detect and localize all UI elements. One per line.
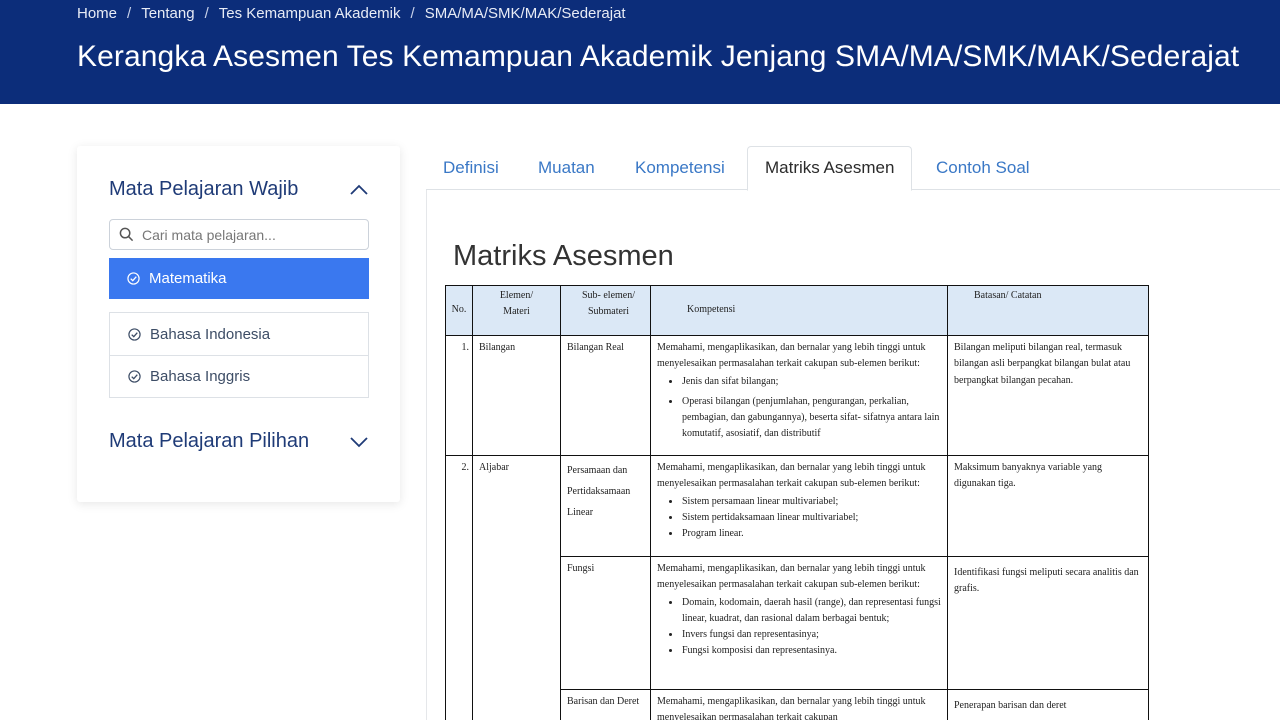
header-kompetensi: Kompetensi	[650, 285, 948, 336]
subject-search-input[interactable]	[142, 226, 362, 243]
header-elemen: Elemen/ Materi	[472, 285, 561, 336]
header-subelemen: Sub- elemen/ Submateri	[560, 285, 651, 336]
subject-item-bahasa-inggris[interactable]: Bahasa Inggris	[110, 355, 368, 397]
subject-list: Bahasa Indonesia Bahasa Inggris	[109, 312, 369, 398]
assessment-matrix-table: No. Elemen/ Materi Sub- elemen/ Submater…	[445, 285, 1149, 720]
kompetensi-bullet: Sistem persamaan linear multivariabel;	[681, 494, 942, 510]
tab-kompetensi[interactable]: Kompetensi	[635, 146, 725, 190]
table-row: 1. Bilangan Bilangan Real Memahami, meng…	[445, 335, 1149, 456]
cell-batasan: Identifikasi fungsi meliputi secara anal…	[947, 556, 1149, 690]
kompetensi-bullet: Jenis dan sifat bilangan;	[681, 374, 942, 390]
cell-subelemen: Bilangan Real	[560, 335, 651, 456]
page-header-banner: Home / Tentang / Tes Kemampuan Akademik …	[0, 0, 1280, 104]
check-circle-icon	[127, 272, 140, 285]
kompetensi-bullet: Program linear.	[681, 526, 942, 542]
check-circle-icon	[128, 370, 141, 383]
subject-item-bahasa-indonesia[interactable]: Bahasa Indonesia	[110, 313, 368, 355]
breadcrumb-current: SMA/MA/SMK/MAK/Sederajat	[424, 5, 626, 22]
chevron-down-icon	[350, 436, 368, 447]
cell-batasan: Bilangan meliputi bilangan real, termasu…	[947, 335, 1149, 456]
cell-subelemen: Persamaan dan Pertidaksamaan Linear	[560, 455, 651, 557]
wajib-group-toggle[interactable]: Mata Pelajaran Wajib	[109, 178, 369, 201]
breadcrumb-separator: /	[204, 5, 209, 22]
table-row: 2. Aljabar Persamaan dan Pertidaksamaan …	[445, 455, 1149, 720]
cell-elemen: Bilangan	[472, 335, 561, 456]
tab-contoh-soal[interactable]: Contoh Soal	[936, 146, 1030, 190]
tab-matriks-asesmen[interactable]: Matriks Asesmen	[747, 146, 913, 191]
cell-subelemen: Barisan dan Deret	[560, 689, 651, 720]
chevron-up-icon	[350, 184, 368, 195]
page-title: Kerangka Asesmen Tes Kemampuan Akademik …	[77, 40, 1240, 73]
subject-sidebar: Mata Pelajaran Wajib Matematika Bahasa I…	[77, 146, 400, 502]
subject-label: Matematika	[149, 270, 227, 287]
kompetensi-bullet: Sistem pertidaksamaan linear multivariab…	[681, 510, 942, 526]
kompetensi-bullet: Domain, kodomain, daerah hasil (range), …	[681, 595, 942, 628]
header-batasan: Batasan/ Catatan	[947, 285, 1149, 336]
kompetensi-bullet: Fungsi komposisi dan representasinya.	[681, 643, 942, 659]
section-title: Matriks Asesmen	[453, 240, 674, 272]
cell-no: 2.	[445, 455, 473, 720]
kompetensi-list: Domain, kodomain, daerah hasil (range), …	[657, 595, 942, 660]
kompetensi-list: Jenis dan sifat bilangan; Operasi bilang…	[657, 374, 942, 443]
cell-subelemen: Fungsi	[560, 556, 651, 690]
kompetensi-intro: Memahami, mengaplikasikan, dan bernalar …	[657, 342, 926, 370]
breadcrumb: Home / Tentang / Tes Kemampuan Akademik …	[77, 5, 626, 22]
breadcrumb-home[interactable]: Home	[77, 5, 117, 22]
wajib-group-title: Mata Pelajaran Wajib	[109, 178, 299, 200]
search-icon	[119, 227, 134, 242]
breadcrumb-tentang[interactable]: Tentang	[141, 5, 194, 22]
cell-kompetensi: Memahami, mengaplikasikan, dan bernalar …	[650, 556, 948, 690]
subject-search	[109, 219, 369, 250]
pilihan-group-toggle[interactable]: Mata Pelajaran Pilihan	[109, 430, 369, 453]
subject-item-matematika[interactable]: Matematika	[109, 258, 369, 299]
kompetensi-intro: Memahami, mengaplikasikan, dan bernalar …	[657, 462, 926, 490]
kompetensi-bullet: Invers fungsi dan representasinya;	[681, 627, 942, 643]
cell-kompetensi: Memahami, mengaplikasikan, dan bernalar …	[650, 689, 948, 720]
cell-kompetensi: Memahami, mengaplikasikan, dan bernalar …	[650, 455, 948, 557]
subject-label: Bahasa Indonesia	[150, 325, 271, 343]
kompetensi-intro: Memahami, mengaplikasikan, dan bernalar …	[657, 563, 926, 591]
breadcrumb-separator: /	[410, 5, 415, 22]
breadcrumb-tka[interactable]: Tes Kemampuan Akademik	[219, 5, 401, 22]
cell-batasan: Maksimum banyaknya variable yang digunak…	[947, 455, 1149, 557]
tab-definisi[interactable]: Definisi	[443, 146, 499, 190]
breadcrumb-separator: /	[127, 5, 132, 22]
subject-label: Bahasa Inggris	[150, 368, 251, 385]
pilihan-group-title: Mata Pelajaran Pilihan	[109, 430, 310, 452]
cell-batasan: Penerapan barisan dan deret	[947, 689, 1149, 720]
content-tabs: Definisi Muatan Kompetensi Matriks Asesm…	[426, 146, 1280, 191]
cell-no: 1.	[445, 335, 473, 456]
header-no: No.	[445, 285, 473, 336]
cell-elemen: Aljabar	[472, 455, 561, 720]
cell-kompetensi: Memahami, mengaplikasikan, dan bernalar …	[650, 335, 948, 456]
check-circle-icon	[128, 327, 141, 341]
tab-muatan[interactable]: Muatan	[538, 146, 595, 190]
kompetensi-bullet: Operasi bilangan (penjumlahan, pengurang…	[681, 394, 942, 443]
kompetensi-list: Sistem persamaan linear multivariabel; S…	[657, 494, 942, 543]
table-header-row: No. Elemen/ Materi Sub- elemen/ Submater…	[445, 285, 1149, 336]
